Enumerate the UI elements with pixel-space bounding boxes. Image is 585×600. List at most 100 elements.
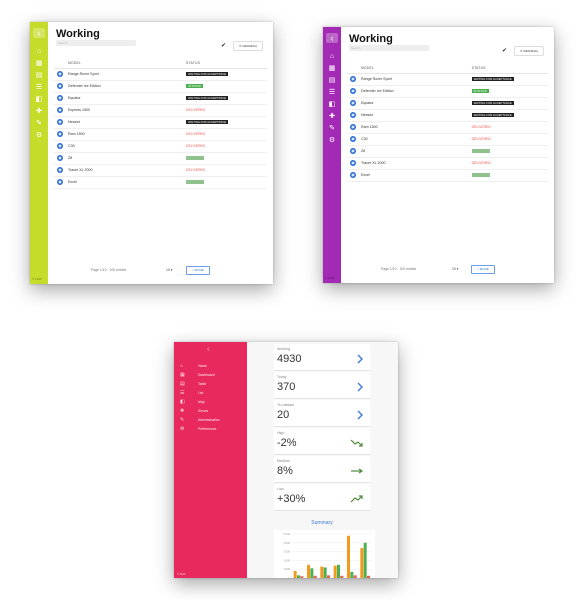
table-row[interactable]: ◉ Ram 1500 DELIVERED: [54, 129, 267, 141]
bar[interactable]: [300, 576, 304, 578]
search-input[interactable]: Search: [56, 40, 136, 46]
bar[interactable]: [320, 566, 324, 578]
map-icon[interactable]: ◧: [323, 99, 341, 111]
chevron-right-icon[interactable]: [356, 382, 364, 392]
page-title: Working: [56, 28, 100, 40]
nav-label: Preferences: [198, 427, 217, 431]
bar[interactable]: [297, 575, 300, 578]
list-icon[interactable]: ☰: [323, 87, 341, 99]
status-badge: WAITING FOR ACCEPTANCE: [186, 96, 229, 100]
plus-icon[interactable]: ✚: [323, 111, 341, 123]
table-row[interactable]: ◉ Tracer XL 2000 DELIVERED: [347, 158, 548, 170]
check-icon[interactable]: ✔: [502, 47, 507, 54]
sidebar-footer: © 2016: [325, 276, 335, 280]
stat-card[interactable]: Working 4930: [274, 344, 370, 371]
table-row[interactable]: ◉ Z8: [347, 146, 548, 158]
table-row[interactable]: ◉ Equator WAITING FOR ACCEPTANCE: [54, 93, 267, 105]
status-badge: [471, 149, 490, 153]
check-icon[interactable]: ✔: [221, 42, 226, 49]
bar[interactable]: [313, 575, 317, 578]
bar[interactable]: [367, 575, 370, 578]
collapse-chevron-icon[interactable]: ‹: [33, 28, 45, 38]
table-icon[interactable]: ▤: [323, 75, 341, 87]
wrench-icon[interactable]: ✎: [30, 118, 48, 130]
model-name: Z8: [68, 156, 73, 160]
page-size-select[interactable]: 10 ▾: [452, 267, 458, 271]
table-row[interactable]: ◉ Range Rover Sport WAITING FOR ACCEPTAN…: [347, 74, 548, 86]
bar[interactable]: [323, 567, 327, 578]
bar[interactable]: [333, 565, 337, 578]
column-status[interactable]: STATUS: [186, 61, 200, 65]
working-screen-purple: ‹ ⌂ ▦ ▤ ☰ ◧ ✚ ✎ ⚙ © 2016 Working Search ✔ ⟳ REFRES…: [323, 27, 554, 283]
table-row[interactable]: ◉ Equator WAITING FOR ACCEPTANCE: [347, 98, 548, 110]
chevron-right-icon[interactable]: [356, 354, 364, 364]
column-status[interactable]: STATUS: [472, 66, 486, 70]
nav-item[interactable]: ✎ Administration: [180, 416, 246, 425]
nav-item[interactable]: ⌂ Home: [180, 362, 246, 371]
search-input[interactable]: Search: [349, 45, 429, 51]
column-model[interactable]: MODEL: [361, 66, 374, 70]
bar[interactable]: [307, 564, 310, 578]
refresh-button[interactable]: ⟳ REFRESH: [514, 46, 544, 56]
stat-card[interactable]: High -2%: [274, 428, 370, 455]
home-icon[interactable]: ⌂: [323, 51, 341, 63]
wrench-icon[interactable]: ✎: [323, 123, 341, 135]
nav-item[interactable]: ✚ Shows: [180, 407, 246, 416]
back-chevron-icon[interactable]: ‹: [207, 346, 209, 353]
nav-item[interactable]: ◧ Map: [180, 398, 246, 407]
nav-item[interactable]: ⚙ Preferences: [180, 425, 246, 434]
nav-item[interactable]: ☰ List: [180, 389, 246, 398]
stat-card[interactable]: Medium 8%: [274, 456, 370, 483]
settings-icon[interactable]: ⚙: [30, 130, 48, 142]
nav-item[interactable]: ▤ Table: [180, 380, 246, 389]
stat-card[interactable]: Low +30%: [274, 484, 370, 511]
dashboard-icon[interactable]: ▦: [323, 63, 341, 75]
bar[interactable]: [327, 575, 330, 578]
stat-indicator: [356, 407, 364, 425]
table-row[interactable]: ◉ Z8: [54, 153, 267, 165]
map-icon[interactable]: ◧: [30, 94, 48, 106]
table-row[interactable]: ◉ C30 DELIVERED: [347, 134, 548, 146]
table-row[interactable]: ◉ Excel: [54, 177, 267, 189]
status-badge: DELIVERED: [471, 125, 491, 129]
home-icon[interactable]: ⌂: [30, 46, 48, 58]
stat-card[interactable]: Today 370: [274, 372, 370, 399]
table-row[interactable]: ◉ Defender Ice Edition IN STOCK: [54, 81, 267, 93]
more-button[interactable]: + MORE: [186, 266, 210, 275]
bar[interactable]: [363, 542, 367, 578]
bar[interactable]: [350, 571, 354, 578]
stat-label: To validate: [277, 403, 295, 407]
refresh-button[interactable]: ⟳ REFRESH: [233, 41, 263, 51]
stat-card[interactable]: To validate 20: [274, 400, 370, 427]
dashboard-icon[interactable]: ▦: [30, 58, 48, 70]
settings-icon[interactable]: ⚙: [323, 135, 341, 147]
bar[interactable]: [353, 575, 357, 578]
nav-item[interactable]: ▦ Dashboard: [180, 371, 246, 380]
bar[interactable]: [347, 535, 350, 578]
bar[interactable]: [337, 564, 340, 578]
bar[interactable]: [293, 570, 297, 578]
status-badge: IN STOCK: [471, 89, 489, 93]
table-row[interactable]: ◉ Range Rover Sport WAITING FOR ACCEPTAN…: [54, 69, 267, 81]
table-row[interactable]: ◉ Express 1500 DELIVERED: [54, 105, 267, 117]
more-button[interactable]: + MORE: [471, 265, 495, 274]
table-row[interactable]: ◉ Excel: [347, 170, 548, 182]
table-row[interactable]: ◉ Defender Ice Edition IN STOCK: [347, 86, 548, 98]
collapse-chevron-icon[interactable]: ‹: [326, 33, 338, 43]
table-row[interactable]: ◉ Tracer XL 2000 DELIVERED: [54, 165, 267, 177]
plus-icon[interactable]: ✚: [30, 106, 48, 118]
column-model[interactable]: MODEL: [68, 61, 81, 65]
table-row[interactable]: ◉ C30 DELIVERED: [54, 141, 267, 153]
table-row[interactable]: ◉ Nexsist WAITING FOR ACCEPTANCE: [347, 110, 548, 122]
table-icon[interactable]: ▤: [30, 70, 48, 82]
bar[interactable]: [340, 575, 344, 578]
page-size-select[interactable]: 10 ▾: [166, 268, 172, 272]
table-row[interactable]: ◉ Ram 1500 DELIVERED: [347, 122, 548, 134]
nav-label: List: [198, 391, 204, 395]
chevron-right-icon[interactable]: [356, 410, 364, 420]
bar[interactable]: [310, 568, 314, 578]
table-row[interactable]: ◉ Nexsist WAITING FOR ACCEPTANCE: [54, 117, 267, 129]
list-icon[interactable]: ☰: [30, 82, 48, 94]
bar[interactable]: [360, 548, 364, 578]
model-name: Equator: [68, 96, 81, 100]
